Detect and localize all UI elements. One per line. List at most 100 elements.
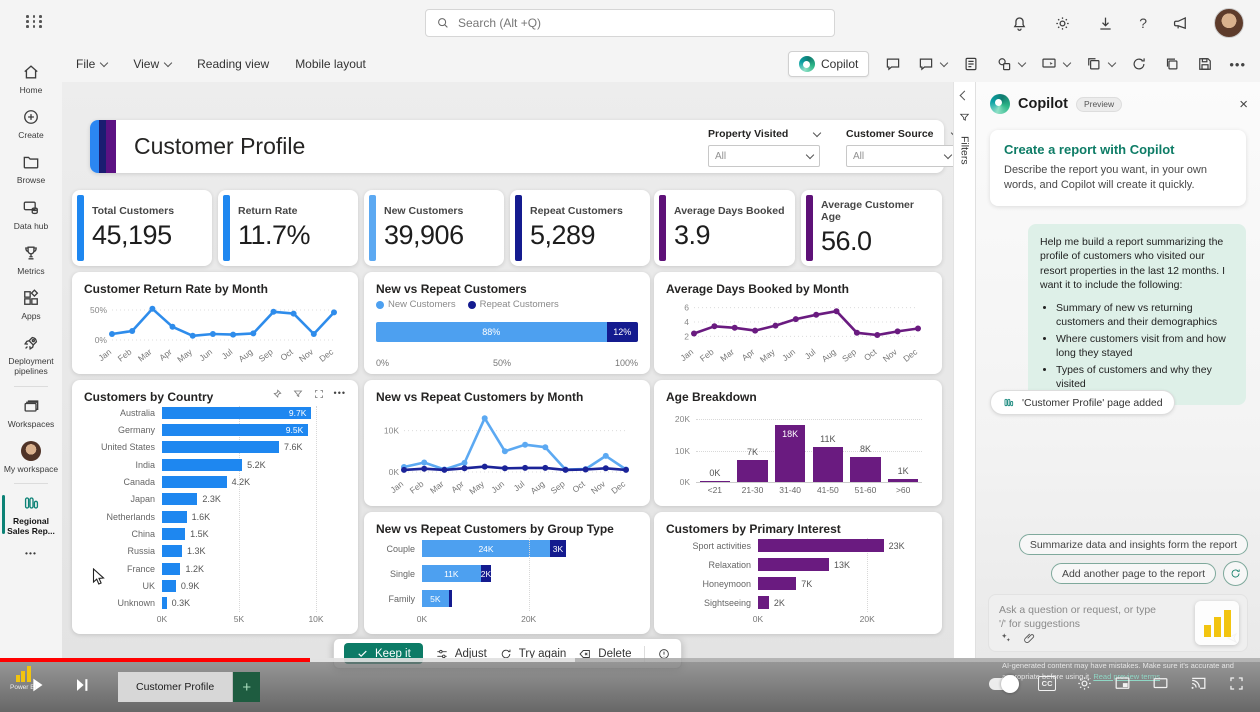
sidebar-item-metrics[interactable]: Metrics — [0, 237, 62, 282]
visual-average-days-booked-by-month[interactable]: Average Days Booked by Month 246JanFebMa… — [654, 272, 942, 374]
data-point[interactable] — [482, 415, 488, 421]
theater-mode-icon[interactable] — [1151, 674, 1170, 693]
data-point[interactable] — [502, 465, 508, 471]
bar[interactable] — [162, 493, 197, 505]
data-point[interactable] — [441, 467, 447, 473]
sidebar-item-data-hub[interactable]: Data hub — [0, 192, 62, 237]
kpi-new-customers[interactable]: New Customers39,906 — [364, 190, 504, 266]
bar[interactable] — [162, 459, 242, 471]
visual-new-vs-repeat-by-month[interactable]: New vs Repeat Customers by Month 0K10KJa… — [364, 380, 650, 506]
data-point[interactable] — [421, 466, 427, 472]
data-point[interactable] — [834, 308, 840, 314]
data-point[interactable] — [170, 324, 176, 330]
notes-icon[interactable] — [962, 55, 980, 73]
bar[interactable] — [162, 476, 227, 488]
suggestion-summarize[interactable]: Summarize data and insights form the rep… — [1019, 534, 1248, 555]
chat-in-teams-icon[interactable] — [917, 55, 947, 73]
visuals-icon[interactable] — [995, 55, 1025, 73]
bar[interactable] — [162, 528, 185, 540]
save-icon[interactable] — [1196, 55, 1214, 73]
data-point[interactable] — [895, 328, 901, 334]
data-point[interactable] — [502, 448, 508, 454]
miniplayer-icon[interactable] — [1113, 674, 1132, 693]
data-point[interactable] — [129, 328, 135, 334]
bar[interactable] — [758, 596, 769, 609]
visual-customers-by-primary-interest[interactable]: Customers by Primary Interest Sport acti… — [654, 512, 942, 634]
data-point[interactable] — [813, 312, 819, 318]
bar[interactable] — [162, 563, 180, 575]
column[interactable] — [850, 457, 880, 482]
visual-return-rate-by-month[interactable]: Customer Return Rate by Month 0%50%JanFe… — [72, 272, 358, 374]
search-input[interactable]: Search (Alt +Q) — [425, 9, 835, 37]
bar[interactable] — [162, 597, 167, 609]
data-point[interactable] — [421, 460, 427, 466]
data-point[interactable] — [331, 309, 337, 315]
comment-icon[interactable] — [884, 55, 902, 73]
close-icon[interactable]: × — [1239, 96, 1248, 113]
data-point[interactable] — [190, 333, 196, 339]
sidebar-item-my-workspace[interactable]: My workspace — [0, 435, 62, 480]
data-point[interactable] — [773, 323, 779, 329]
data-point[interactable] — [691, 331, 697, 337]
data-point[interactable] — [401, 467, 407, 473]
notifications-icon[interactable] — [1010, 14, 1029, 33]
data-point[interactable] — [603, 453, 609, 459]
data-point[interactable] — [109, 331, 115, 337]
visual-new-vs-repeat[interactable]: New vs Repeat Customers New CustomersRep… — [364, 272, 650, 374]
captions-icon[interactable]: CC — [1038, 676, 1056, 691]
data-point[interactable] — [522, 442, 528, 448]
view-menu[interactable]: View — [133, 57, 171, 71]
data-point[interactable] — [291, 311, 297, 317]
legend-item[interactable]: Repeat Customers — [468, 299, 559, 310]
data-point[interactable] — [230, 332, 236, 338]
data-point[interactable] — [271, 309, 277, 315]
more-options-icon[interactable]: ••• — [334, 388, 346, 400]
bar[interactable] — [162, 511, 187, 523]
bar[interactable]: 9.7K — [162, 407, 311, 419]
file-menu[interactable]: File — [76, 57, 107, 71]
mobile-layout-button[interactable]: Mobile layout — [295, 57, 366, 71]
data-point[interactable] — [482, 464, 488, 470]
new-page-icon[interactable] — [1085, 55, 1115, 73]
data-point[interactable] — [623, 467, 629, 473]
bar[interactable] — [758, 577, 796, 590]
kpi-repeat-customers[interactable]: Repeat Customers5,289 — [510, 190, 650, 266]
add-page-tab-button[interactable]: + — [233, 672, 260, 702]
data-point[interactable] — [583, 467, 589, 473]
data-point[interactable] — [522, 465, 528, 471]
data-point[interactable] — [311, 331, 317, 337]
visual-customers-by-country[interactable]: Customers by Country ••• Australia9.7KGe… — [72, 380, 358, 634]
fullscreen-icon[interactable] — [1227, 674, 1246, 693]
data-point[interactable] — [603, 465, 609, 471]
kpi-total-customers[interactable]: Total Customers45,195 — [72, 190, 212, 266]
data-point[interactable] — [711, 323, 717, 329]
column[interactable] — [888, 479, 918, 482]
data-point[interactable] — [854, 330, 860, 336]
kpi-average-customer-age[interactable]: Average Customer Age56.0 — [801, 190, 942, 266]
bar[interactable] — [758, 539, 884, 552]
suggestion-add-page[interactable]: Add another page to the report — [1051, 563, 1216, 584]
data-point[interactable] — [542, 444, 548, 450]
bar[interactable] — [162, 545, 182, 557]
column[interactable] — [813, 447, 843, 482]
page-tab-customer-profile[interactable]: Customer Profile — [118, 672, 233, 702]
present-icon[interactable] — [1040, 55, 1070, 73]
sidebar-item-browse[interactable]: Browse — [0, 146, 62, 191]
property-visited-dropdown[interactable]: All — [708, 145, 820, 167]
sidebar-item-home[interactable]: Home — [0, 56, 62, 101]
data-point[interactable] — [462, 460, 468, 466]
data-point[interactable] — [462, 465, 468, 471]
pin-icon[interactable] — [271, 388, 283, 400]
account-avatar[interactable] — [1214, 8, 1244, 38]
filter-icon[interactable] — [292, 388, 304, 400]
next-icon[interactable] — [72, 675, 92, 695]
download-icon[interactable] — [1096, 14, 1115, 33]
legend-item[interactable]: New Customers — [376, 299, 456, 310]
duplicate-icon[interactable] — [1163, 55, 1181, 73]
chevron-down-icon[interactable] — [813, 128, 821, 136]
autoplay-toggle[interactable] — [989, 678, 1019, 690]
visual-new-vs-repeat-by-group-type[interactable]: New vs Repeat Customers by Group Type Co… — [364, 512, 650, 634]
sidebar-more-icon[interactable]: ••• — [0, 542, 62, 564]
bar[interactable]: 9.5K — [162, 424, 308, 436]
bar[interactable] — [758, 558, 829, 571]
